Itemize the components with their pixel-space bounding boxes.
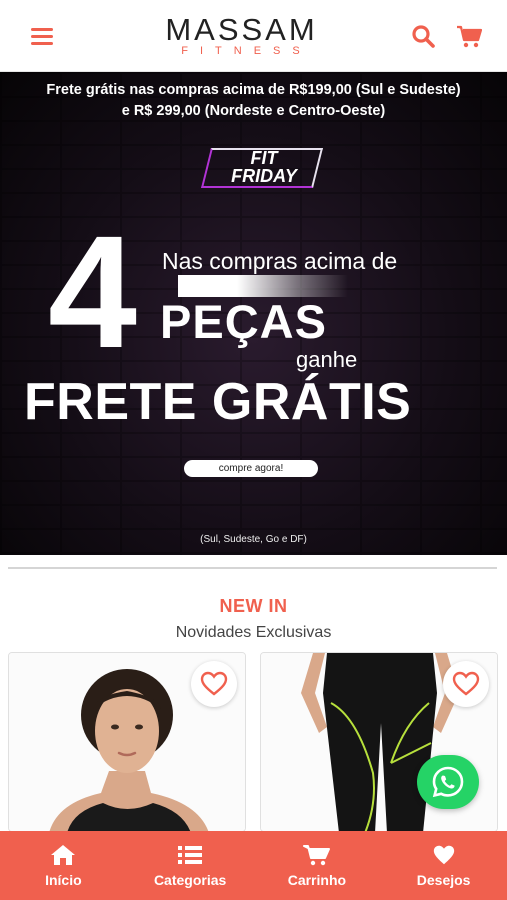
nav-item-desejos[interactable]: Desejos [389,844,499,888]
decorative-stripe [178,275,348,297]
nav-label: Categorias [153,871,227,888]
heart-outline-icon [200,671,228,696]
promo-text-line-3: ganhe [296,347,358,372]
heart-icon [433,845,454,864]
wishlist-button[interactable] [443,661,489,707]
nav-item-categorias[interactable]: Categorias [135,844,245,888]
shipping-line-1: Frete grátis nas compras acima de R$199,… [46,82,461,98]
cart-icon[interactable] [455,22,483,50]
free-shipping-note: Frete grátis nas compras acima de R$199,… [0,80,507,122]
home-icon [51,844,76,865]
promo-text-line-2: PEÇAS [160,295,327,348]
heart-outline-icon [452,671,480,696]
whatsapp-icon [432,766,464,798]
section-subtitle: Novidades Exclusivas [175,624,332,641]
list-icon [178,845,203,864]
brand-tagline: FITNESS [181,44,312,57]
promo-text-line-1: Nas compras acima de [162,248,398,274]
nav-label: Início [45,871,82,888]
promo-banner[interactable]: Frete grátis nas compras acima de R$199,… [0,72,507,555]
search-icon[interactable] [409,22,437,50]
nav-label: Carrinho [287,871,347,888]
promo-number: 4 [48,202,137,381]
nav-item-inicio[interactable]: Início [8,844,118,888]
fit-friday-badge: FIT FRIDAY [214,149,314,185]
brand-logo[interactable]: MASSAM FITNESS [165,11,318,57]
top-header: MASSAM FITNESS [0,0,507,72]
bottom-navigation: Início Categorias Carrinho Desejos [0,831,507,900]
section-title: NEW IN [219,596,288,616]
whatsapp-button[interactable] [417,755,479,809]
cart-icon [302,844,330,865]
nav-label: Desejos [416,871,471,888]
brand-name: MASSAM [165,11,318,47]
wishlist-button[interactable] [191,661,237,707]
nav-item-carrinho[interactable]: Carrinho [262,844,372,888]
menu-icon[interactable] [28,22,56,50]
badge-line-1: FIT [250,148,278,168]
section-divider [8,567,497,569]
badge-line-2: FRIDAY [231,166,297,186]
product-card[interactable] [8,652,246,832]
region-note: (Sul, Sudeste, Go e DF) [200,534,307,545]
promo-headline: FRETE GRÁTIS [24,373,412,431]
shipping-line-2: e R$ 299,00 (Nordeste e Centro-Oeste) [121,103,386,119]
shop-now-button[interactable]: compre agora! [184,460,318,477]
